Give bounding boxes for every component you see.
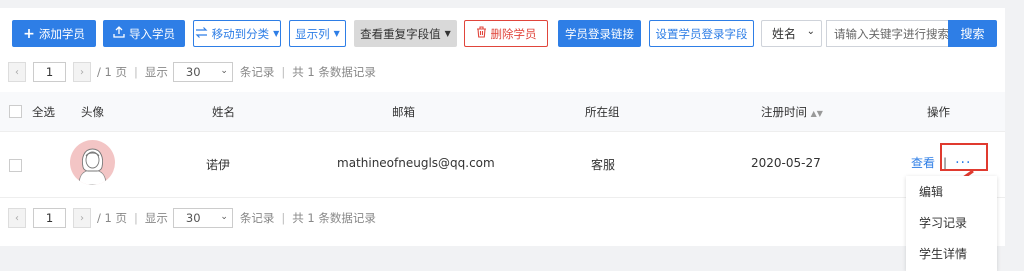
caret-down-icon: ▼: [444, 29, 451, 38]
per-page-suffix: 条记录: [239, 211, 275, 225]
chevron-down-icon: ⌄: [220, 212, 228, 222]
student-email: mathineofneugls@qq.com: [337, 156, 495, 170]
next-page-button[interactable]: ›: [73, 208, 91, 228]
chevron-right-icon: ›: [80, 212, 84, 224]
column-actions: 操作: [927, 105, 950, 119]
divider: |: [281, 211, 286, 225]
caret-down-icon: ▼: [273, 29, 280, 38]
menu-item-student-details[interactable]: 学生详情: [906, 238, 997, 269]
page-number-input[interactable]: 1: [33, 62, 66, 82]
column-email: 邮箱: [392, 105, 415, 119]
table-header: 全选 头像 姓名 邮箱 所在组 注册时间 ▲▼ 操作: [0, 92, 1005, 132]
caret-down-icon: ▼: [333, 29, 340, 38]
search-button[interactable]: 搜索: [948, 20, 997, 47]
add-student-button[interactable]: + 添加学员: [12, 20, 96, 47]
view-duplicates-button[interactable]: 查看重复字段值 ▼: [354, 20, 457, 47]
prev-page-button[interactable]: ‹: [8, 208, 26, 228]
page-total-text: / 1 页: [97, 211, 128, 225]
select-all-checkbox[interactable]: [9, 105, 22, 118]
trash-icon: [476, 26, 487, 41]
chevron-down-icon: ⌄: [220, 66, 228, 76]
student-login-link-button[interactable]: 学员登录链接: [558, 20, 641, 47]
set-login-fields-button[interactable]: 设置学员登录字段: [649, 20, 754, 47]
divider: |: [134, 65, 138, 79]
show-label: 显示: [144, 65, 168, 79]
upload-icon: [113, 26, 125, 41]
more-actions-menu: 编辑 学习记录 学生详情: [906, 176, 997, 271]
student-group: 客服: [591, 158, 616, 172]
student-name: 诺伊: [206, 158, 231, 172]
avatar: [70, 140, 115, 185]
per-page-suffix: 条记录: [239, 65, 275, 79]
view-link[interactable]: 查看: [911, 154, 935, 171]
page-number-input[interactable]: 1: [33, 208, 66, 228]
total-records-text: 共 1 条数据记录: [292, 211, 376, 225]
chevron-right-icon: ›: [80, 66, 84, 78]
import-student-button[interactable]: 导入学员: [103, 20, 185, 47]
page-size-select[interactable]: 30 ⌄: [172, 62, 233, 82]
table-row: 诺伊 mathineofneugls@qq.com 客服 2020-05-27 …: [0, 132, 1005, 198]
pagination-bottom: ‹ 1 › / 1 页 | 显示 30 ⌄ 条记录 | 共 1 条数据记录: [8, 207, 376, 229]
search-input[interactable]: 请输入关键字进行搜索: [826, 20, 948, 47]
move-to-category-button[interactable]: 移动到分类 ▼: [193, 20, 281, 47]
sort-icon: ▲▼: [810, 109, 823, 118]
divider: |: [281, 65, 286, 79]
column-select-all: 全选: [32, 105, 55, 119]
column-avatar: 头像: [81, 105, 104, 119]
search-field-select[interactable]: 姓名 ⌄: [761, 20, 822, 47]
student-registered-date: 2020-05-27: [751, 156, 821, 170]
highlight-box: [940, 143, 988, 171]
divider: |: [134, 211, 138, 225]
total-records-text: 共 1 条数据记录: [292, 65, 376, 79]
menu-item-learning-records[interactable]: 学习记录: [906, 207, 997, 238]
column-name: 姓名: [212, 105, 235, 119]
chevron-down-icon: ⌄: [806, 26, 815, 37]
chevron-left-icon: ‹: [15, 66, 19, 78]
chevron-left-icon: ‹: [15, 212, 19, 224]
row-checkbox[interactable]: [9, 159, 22, 172]
plus-icon: +: [23, 25, 35, 42]
pagination-top: ‹ 1 › / 1 页 | 显示 30 ⌄ 条记录 | 共 1 条数据记录: [8, 61, 376, 83]
next-page-button[interactable]: ›: [73, 62, 91, 82]
display-columns-button[interactable]: 显示列 ▼: [289, 20, 346, 47]
page-size-select[interactable]: 30 ⌄: [172, 208, 233, 228]
page-total-text: / 1 页: [97, 65, 128, 79]
menu-item-edit[interactable]: 编辑: [906, 176, 997, 207]
column-registered[interactable]: 注册时间 ▲▼: [761, 104, 823, 120]
prev-page-button[interactable]: ‹: [8, 62, 26, 82]
delete-student-button[interactable]: 删除学员: [464, 20, 548, 47]
column-group: 所在组: [585, 105, 620, 119]
swap-icon: [195, 26, 208, 41]
show-label: 显示: [144, 211, 168, 225]
